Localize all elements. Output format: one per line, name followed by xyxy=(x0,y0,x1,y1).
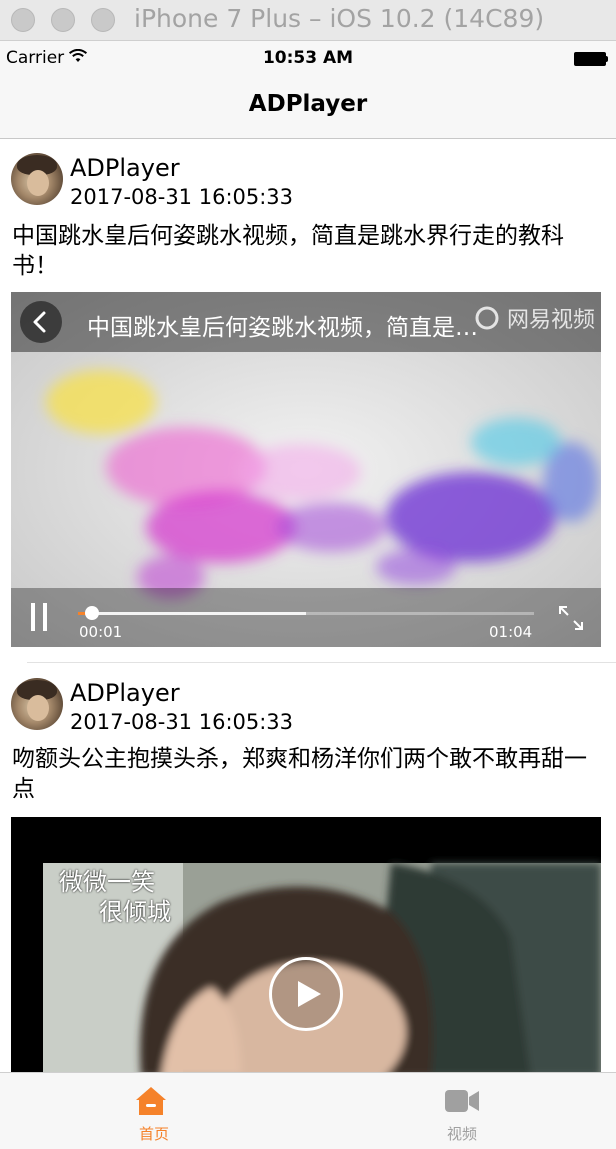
post-caption: 吻额头公主抱摸头杀，郑爽和杨洋你们两个敢不敢再甜一点 xyxy=(12,746,587,802)
window-zoom-button[interactable] xyxy=(91,8,115,32)
watermark-text: 网易视频 xyxy=(507,308,596,333)
video-thumbnail xyxy=(11,817,601,1072)
logo-icon xyxy=(475,306,499,330)
status-time: 10:53 AM xyxy=(262,48,354,68)
tab-home[interactable]: 首页 xyxy=(0,1073,308,1149)
simulator-title: iPhone 7 Plus – iOS 10.2 (14C89) xyxy=(134,4,545,33)
play-button[interactable] xyxy=(269,957,343,1031)
tab-home-label: 首页 xyxy=(138,1125,169,1143)
tab-video[interactable]: 视频 xyxy=(308,1073,616,1149)
video-player[interactable]: 微微一笑 很倾城 xyxy=(11,817,601,1072)
fullscreen-icon xyxy=(559,606,583,630)
post-username[interactable]: ADPlayer xyxy=(70,679,180,707)
post-date: 2017-08-31 16:05:33 xyxy=(70,710,294,734)
video-frame-ink-art xyxy=(11,292,601,647)
back-button[interactable] xyxy=(20,301,62,343)
duration: 01:04 xyxy=(489,623,533,641)
simulator-title-bar: iPhone 7 Plus – iOS 10.2 (14C89) xyxy=(0,0,616,41)
home-icon xyxy=(136,1087,166,1115)
tab-video-label: 视频 xyxy=(446,1125,477,1143)
pause-icon xyxy=(31,603,47,631)
watermark-logo: 网易视频 xyxy=(473,302,596,333)
navigation-bar: ADPlayer xyxy=(0,74,616,139)
status-bar: Carrier 10:53 AM xyxy=(0,41,616,74)
video-feed[interactable]: ADPlayer 2017-08-31 16:05:33 中国跳水皇后何姿跳水视… xyxy=(0,139,616,1072)
avatar[interactable] xyxy=(11,678,63,730)
overlay-line-1: 微微一笑 xyxy=(59,868,155,896)
window-minimize-button[interactable] xyxy=(51,8,75,32)
current-time: 00:01 xyxy=(79,623,123,641)
video-player[interactable]: 中国跳水皇后何姿跳水视频，简直是… 网易视频 00:01 01:04 xyxy=(11,292,601,647)
video-title: 中国跳水皇后何姿跳水视频，简直是… xyxy=(87,315,478,341)
progress-slider[interactable] xyxy=(78,606,534,622)
overlay-line-2: 很倾城 xyxy=(99,898,171,926)
video-overlay-text: 微微一笑 很倾城 xyxy=(59,867,171,927)
chevron-left-icon xyxy=(33,311,46,333)
progress-thumb[interactable] xyxy=(85,606,100,620)
buffer-bar xyxy=(78,612,306,615)
page-title: ADPlayer xyxy=(248,91,368,117)
window-close-button[interactable] xyxy=(11,8,35,32)
battery-icon xyxy=(574,52,608,66)
pause-button[interactable] xyxy=(27,600,57,634)
play-icon xyxy=(298,981,321,1007)
post-username[interactable]: ADPlayer xyxy=(70,154,180,182)
video-camera-icon xyxy=(445,1090,479,1112)
tab-bar: 首页 视频 xyxy=(0,1072,616,1149)
post-caption: 中国跳水皇后何姿跳水视频，简直是跳水界行走的教科书！ xyxy=(12,223,564,279)
avatar[interactable] xyxy=(11,153,63,205)
post-divider xyxy=(27,662,616,663)
post-date: 2017-08-31 16:05:33 xyxy=(70,185,294,209)
fullscreen-button[interactable] xyxy=(557,604,585,632)
